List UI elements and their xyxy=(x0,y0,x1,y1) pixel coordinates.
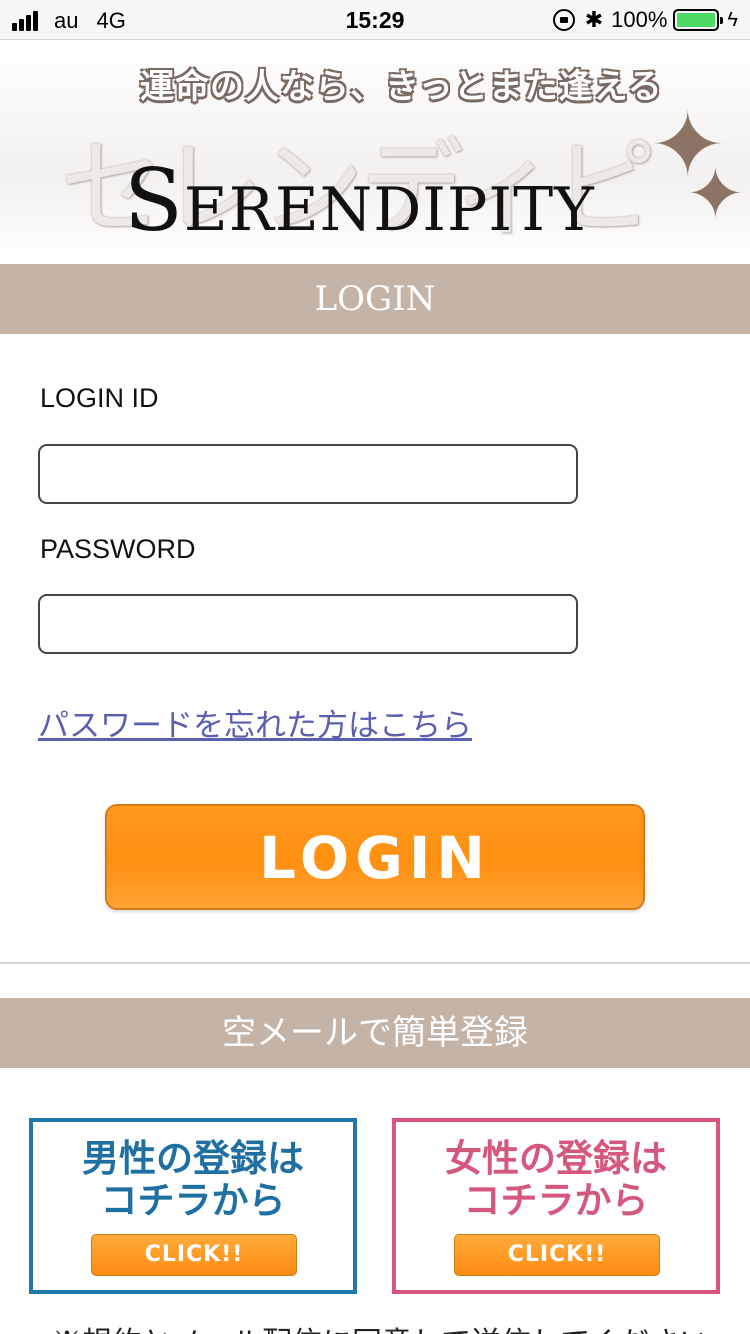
sparkle-icon: ✦ xyxy=(686,153,745,235)
male-click-button[interactable]: CLICK!! xyxy=(91,1234,297,1276)
bluetooth-icon: ✱ xyxy=(584,7,604,32)
status-right: ✱ 100% ϟ xyxy=(552,7,738,33)
female-register-line2: コチラから xyxy=(463,1179,649,1222)
login-button[interactable]: LOGIN xyxy=(105,804,645,910)
charging-icon: ϟ xyxy=(727,8,738,31)
female-register-card[interactable]: 女性の登録は コチラから CLICK!! xyxy=(392,1118,720,1294)
register-section-header: 空メールで簡単登録 xyxy=(0,998,750,1068)
male-register-line2: コチラから xyxy=(100,1179,286,1222)
password-label: PASSWORD xyxy=(40,534,196,564)
orientation-lock-icon xyxy=(552,9,575,31)
serendipity-logo: Serendipity xyxy=(124,151,595,251)
register-note: ※規約とメール配信に同意して送信してください xyxy=(52,1318,709,1334)
female-click-button[interactable]: CLICK!! xyxy=(454,1234,660,1276)
divider xyxy=(0,962,750,964)
login-id-input[interactable] xyxy=(38,444,578,504)
header-banner: セレンディピティ 運命の人なら、きっとまた逢える Serendipity ✦ ✦ xyxy=(0,41,750,264)
forgot-password-link[interactable]: パスワードを忘れた方はこちら xyxy=(38,700,472,745)
female-register-line1: 女性の登録は xyxy=(445,1137,667,1180)
login-id-label: LOGIN ID xyxy=(40,383,159,413)
battery-percent: 100% xyxy=(611,7,668,32)
banner-tagline: 運命の人なら、きっとまた逢える xyxy=(140,67,663,107)
status-bar: au 4G 15:29 ✱ 100% ϟ xyxy=(0,0,750,40)
male-register-card[interactable]: 男性の登録は コチラから CLICK!! xyxy=(29,1118,357,1294)
login-section-header: LOGIN xyxy=(0,264,750,334)
battery-icon xyxy=(673,9,724,31)
male-register-line1: 男性の登録は xyxy=(82,1137,304,1180)
password-input[interactable] xyxy=(38,594,578,654)
